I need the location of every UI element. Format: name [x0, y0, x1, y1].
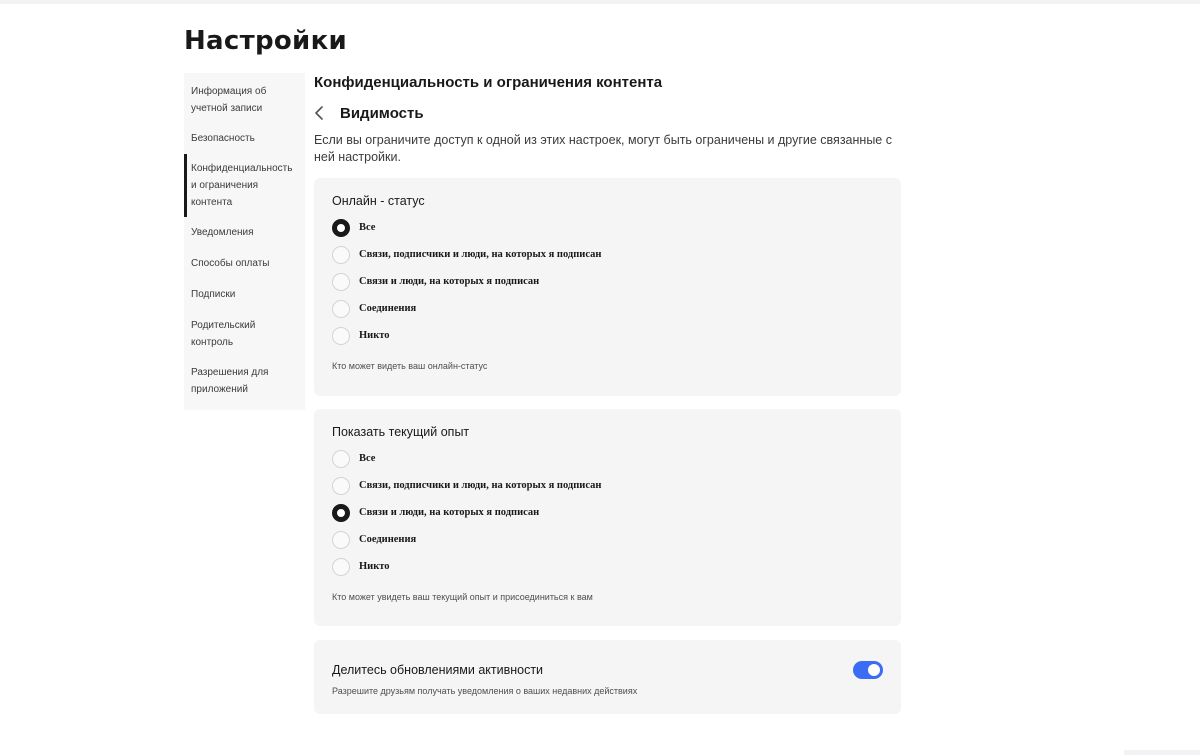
radio-button[interactable] [332, 503, 350, 522]
radio-option[interactable]: Соединения [332, 526, 883, 553]
sidebar-item-app-permissions[interactable]: Разрешения для приложений [184, 358, 305, 404]
sidebar-item-payment-methods[interactable]: Способы оплаты [184, 248, 305, 279]
info-text: Если вы ограничите доступ к одной из эти… [314, 133, 892, 164]
radio-button[interactable] [332, 476, 350, 495]
activity-updates-card: Делитесь обновлениями активности Разреши… [314, 640, 901, 714]
sidebar-item-parental-control[interactable]: Родительский контроль [184, 310, 305, 358]
section-heading: Конфиденциальность и ограничения контент… [314, 74, 663, 91]
sidebar-item-notifications[interactable]: Уведомления [184, 217, 305, 248]
radio-option[interactable]: Связи, подписчики и люди, на которых я п… [332, 241, 883, 268]
sidebar-item-label: Безопасность [191, 133, 255, 144]
page-title: Настройки [184, 26, 348, 56]
sidebar-item-label: Родительский контроль [191, 320, 256, 348]
radio-label: Связи и люди, на которых я подписан [359, 507, 540, 518]
current-experience-card: Показать текущий опыт Все Связи, подписч… [314, 409, 901, 626]
sidebar-item-label: Разрешения для приложений [191, 367, 269, 395]
sidebar-item-privacy[interactable]: Конфиденциальность и ограничения контент… [184, 154, 305, 217]
sidebar-item-account-info[interactable]: Информация об учетной записи [184, 77, 305, 123]
radio-option[interactable]: Соединения [332, 295, 883, 322]
sub-title: Видимость [340, 104, 424, 122]
radio-label: Все [359, 453, 376, 464]
radio-label: Никто [359, 561, 390, 572]
main-content: Конфиденциальность и ограничения контент… [314, 73, 901, 714]
radio-label: Связи, подписчики и люди, на которых я п… [359, 249, 602, 260]
radio-label: Никто [359, 330, 390, 341]
radio-button[interactable] [332, 557, 350, 576]
radio-label: Все [359, 222, 376, 233]
card-hint: Кто может видеть ваш онлайн-статус [332, 361, 488, 371]
radio-button[interactable] [332, 299, 350, 318]
radio-label: Соединения [359, 303, 417, 314]
radio-option[interactable]: Никто [332, 553, 883, 580]
radio-option[interactable]: Все [332, 445, 883, 472]
sidebar-item-label: Способы оплаты [191, 258, 270, 269]
radio-option[interactable]: Связи и люди, на которых я подписан [332, 499, 883, 526]
card-title: Показать текущий опыт [332, 425, 470, 439]
corner-tab [1124, 750, 1200, 755]
radio-label: Связи, подписчики и люди, на которых я п… [359, 480, 602, 491]
sidebar-item-label: Подписки [191, 289, 236, 300]
radio-button[interactable] [332, 272, 350, 291]
card-title: Делитесь обновлениями активности [332, 663, 544, 677]
radio-option[interactable]: Никто [332, 322, 883, 349]
radio-label: Соединения [359, 534, 417, 545]
sidebar-item-security[interactable]: Безопасность [184, 123, 305, 154]
radio-button[interactable] [332, 530, 350, 549]
card-title: Онлайн - статус [332, 194, 425, 208]
radio-label: Связи и люди, на которых я подписан [359, 276, 540, 287]
top-strip [0, 0, 1200, 4]
activity-updates-row: Делитесь обновлениями активности [332, 661, 883, 679]
sidebar-item-label: Конфиденциальность и ограничения контент… [191, 163, 293, 208]
chevron-left-icon[interactable] [314, 103, 332, 123]
settings-sidebar: Информация об учетной записи Безопасност… [184, 73, 305, 410]
radio-button[interactable] [332, 218, 350, 237]
radio-option[interactable]: Все [332, 214, 883, 241]
card-hint: Кто может увидеть ваш текущий опыт и при… [332, 592, 593, 602]
radio-button[interactable] [332, 449, 350, 468]
sidebar-item-subscriptions[interactable]: Подписки [184, 279, 305, 310]
sub-header: Видимость [314, 103, 901, 123]
radio-button[interactable] [332, 245, 350, 264]
current-experience-options: Все Связи, подписчики и люди, на которых… [332, 445, 883, 580]
online-status-options: Все Связи, подписчики и люди, на которых… [332, 214, 883, 349]
radio-option[interactable]: Связи, подписчики и люди, на которых я п… [332, 472, 883, 499]
activity-updates-toggle[interactable] [853, 661, 883, 679]
card-hint: Разрешите друзьям получать уведомления о… [332, 686, 638, 696]
radio-option[interactable]: Связи и люди, на которых я подписан [332, 268, 883, 295]
radio-button[interactable] [332, 326, 350, 345]
sidebar-item-label: Уведомления [191, 227, 254, 238]
sidebar-item-label: Информация об учетной записи [191, 86, 267, 114]
online-status-card: Онлайн - статус Все Связи, подписчики и … [314, 178, 901, 396]
